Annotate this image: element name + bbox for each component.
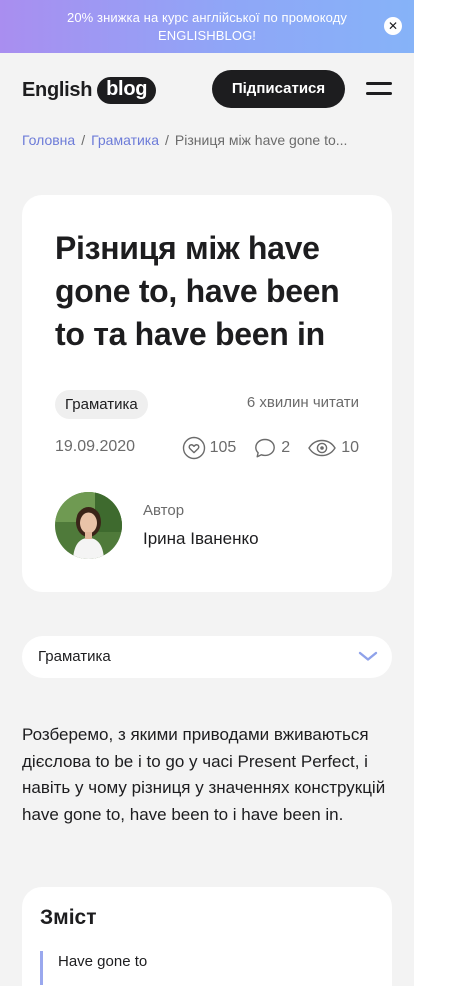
- logo[interactable]: English blog: [22, 75, 157, 105]
- article-intro: Розберемо, з якими приводами вживаються …: [22, 725, 386, 824]
- author-label: Автор: [143, 502, 185, 519]
- likes-count: 105: [209, 439, 237, 456]
- promo-banner[interactable]: 20% знижка на курс англійської по промок…: [0, 0, 414, 53]
- breadcrumb-link-home[interactable]: Головна: [22, 132, 75, 148]
- logo-badge: blog: [97, 76, 157, 104]
- category-select-value: Граматика: [38, 648, 111, 665]
- article-stats: 105 2 10: [182, 435, 359, 461]
- toc-item[interactable]: Have gone to: [40, 951, 147, 985]
- category-tag[interactable]: Граматика: [55, 390, 148, 419]
- eye-icon: [308, 439, 337, 457]
- comment-icon: [255, 438, 276, 458]
- breadcrumb-link-grammar[interactable]: Граматика: [91, 132, 159, 148]
- page: 20% знижка на курс англійської по промок…: [0, 0, 414, 986]
- heart-icon: [182, 436, 205, 460]
- category-select[interactable]: Граматика: [22, 636, 392, 678]
- promo-text: 20% знижка на курс англійської по промок…: [67, 9, 347, 43]
- breadcrumb-separator: /: [81, 132, 86, 148]
- author-name[interactable]: Ірина Іваненко: [143, 529, 259, 549]
- close-icon[interactable]: ✕: [384, 17, 402, 35]
- subscribe-button[interactable]: Підписатися: [212, 70, 345, 108]
- breadcrumb: Головна / Граматика / Різниця між have gone …: [22, 130, 347, 150]
- breadcrumb-separator: /: [165, 132, 169, 148]
- read-time: 6 хвилин читати: [246, 394, 359, 411]
- author-avatar[interactable]: [55, 492, 122, 559]
- views-count: 10: [341, 439, 359, 456]
- table-of-contents: Зміст Have gone to: [22, 887, 392, 986]
- chevron-down-icon: [358, 651, 378, 661]
- logo-word: English: [22, 78, 93, 101]
- toc-title: Зміст: [40, 906, 97, 929]
- article-card: Різниця між have gone to, have been to т…: [22, 195, 392, 592]
- breadcrumb-current: Різниця між have gone to...: [174, 132, 348, 148]
- like-button[interactable]: 105: [182, 436, 237, 460]
- comments-button[interactable]: 2: [253, 436, 290, 460]
- views-stat: 10: [307, 436, 359, 460]
- menu-icon[interactable]: [366, 79, 392, 99]
- article-title: Різниця між have gone to, have been to т…: [55, 230, 340, 352]
- comments-count: 2: [281, 439, 291, 456]
- header: English blog Підписатися: [0, 53, 414, 125]
- publish-date: 19.09.2020: [55, 438, 136, 455]
